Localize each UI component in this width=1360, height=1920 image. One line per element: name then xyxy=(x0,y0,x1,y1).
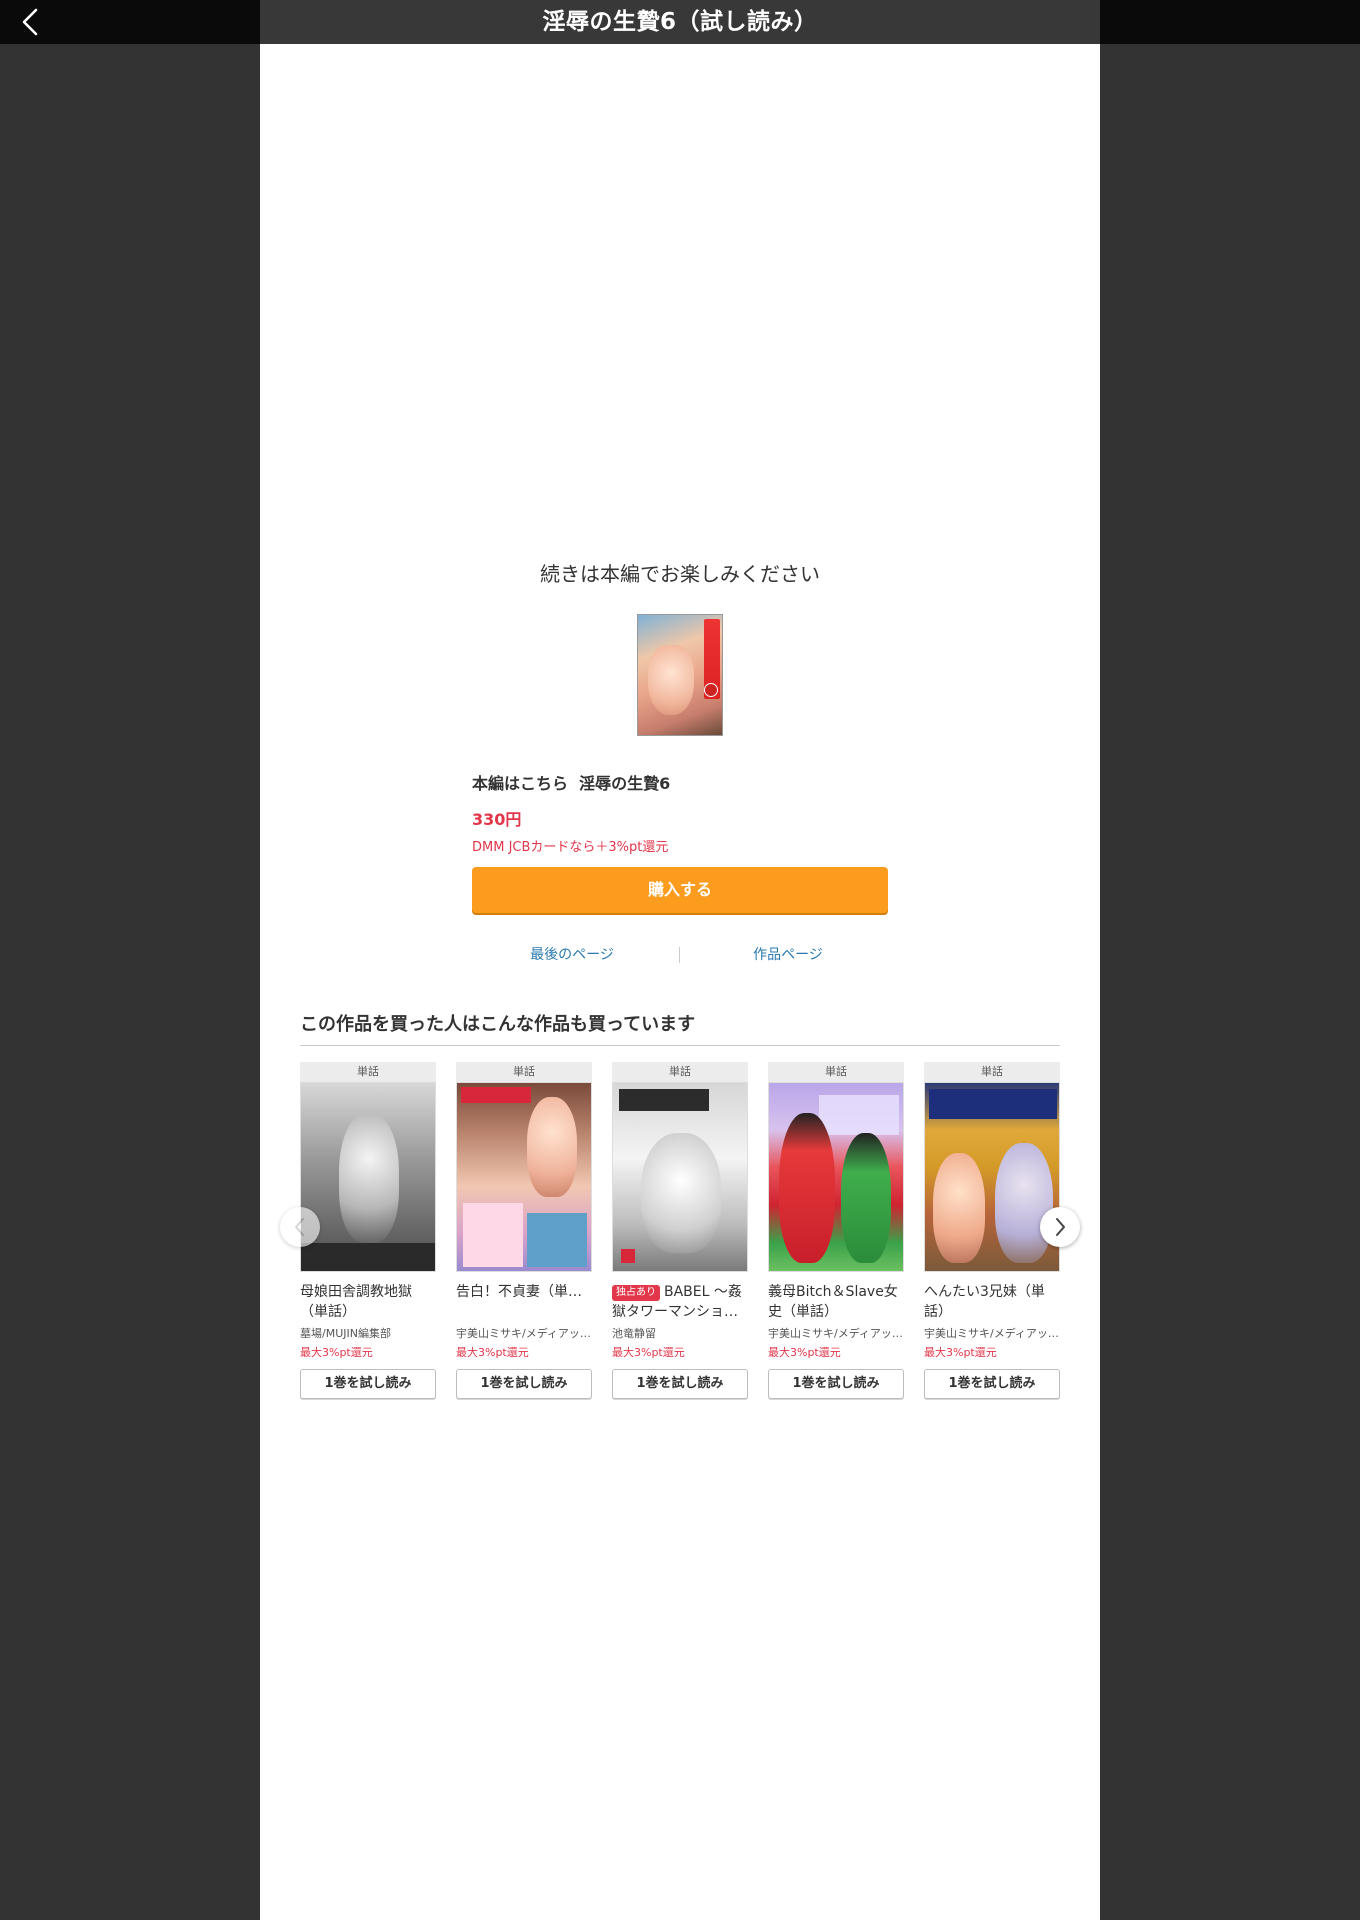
nav-divider xyxy=(679,947,680,963)
cover-title-graphic xyxy=(461,1087,531,1103)
cover-panel xyxy=(463,1203,523,1267)
chevron-left-icon xyxy=(295,1218,304,1236)
heading-divider xyxy=(300,1045,1060,1046)
recommendation-card: 単話 告白！不貞妻（単… 宇美山ミサキ/メディアッ… 最大3%pt還元 1巻を試… xyxy=(456,1062,592,1399)
top-bar: 淫辱の生贄6（試し読み） xyxy=(0,0,1360,44)
item-title-text: 義母Bitch＆Slave女史（単話） xyxy=(768,1284,898,1320)
last-page-link[interactable]: 最後のページ xyxy=(472,943,672,967)
recommendation-card: 単話 義母Bitch＆Slave女史（単話） 宇美山ミサキ/メディアッ… 最大3… xyxy=(768,1062,904,1399)
main-work-title: 淫辱の生贄6 xyxy=(579,774,671,793)
cover-illustration xyxy=(527,1097,577,1197)
item-type-tag: 単話 xyxy=(300,1062,436,1082)
trial-read-button[interactable]: 1巻を試し読み xyxy=(924,1369,1060,1399)
back-button[interactable] xyxy=(14,6,50,38)
item-title-text: 告白！不貞妻（単… xyxy=(456,1284,582,1300)
item-type-tag: 単話 xyxy=(768,1062,904,1082)
item-points: 最大3%pt還元 xyxy=(924,1346,997,1359)
main-work-link[interactable]: 本編はこちら 淫辱の生贄6 xyxy=(472,770,670,794)
page-title: 淫辱の生贄6（試し読み） xyxy=(260,0,1100,44)
item-title[interactable]: 母娘田舎調教地獄（単話） xyxy=(300,1282,436,1322)
item-cover-thumbnail[interactable] xyxy=(612,1082,748,1272)
cover-illustration xyxy=(339,1113,399,1243)
item-type-tag: 単話 xyxy=(924,1062,1060,1082)
buy-button[interactable]: 購入する xyxy=(472,867,888,913)
cover-illustration xyxy=(995,1143,1053,1263)
item-author[interactable]: 墓場/MUJIN編集部 xyxy=(300,1326,436,1342)
recommendations-carousel: 単話 母娘田舎調教地獄（単話） 墓場/MUJIN編集部 最大3%pt還元 1巻を… xyxy=(300,1062,1060,1452)
item-author[interactable]: 宇美山ミサキ/メディアッ… xyxy=(924,1326,1060,1342)
item-cover-thumbnail[interactable] xyxy=(768,1082,904,1272)
trial-read-button[interactable]: 1巻を試し読み xyxy=(300,1369,436,1399)
item-author[interactable]: 宇美山ミサキ/メディアッ… xyxy=(768,1326,904,1342)
work-page-link[interactable]: 作品ページ xyxy=(688,943,888,967)
item-cover-thumbnail[interactable] xyxy=(300,1082,436,1272)
carousel-prev-button[interactable] xyxy=(280,1207,320,1247)
item-points: 最大3%pt還元 xyxy=(768,1346,841,1359)
cover-title-graphic xyxy=(619,1089,709,1111)
item-cover-thumbnail[interactable] xyxy=(456,1082,592,1272)
chevron-right-icon xyxy=(1056,1218,1065,1236)
main-work-link-label: 本編はこちら xyxy=(472,774,569,793)
item-title[interactable]: へんたい3兄妹（単話） xyxy=(924,1282,1060,1322)
carousel-next-button[interactable] xyxy=(1040,1207,1080,1247)
cover-illustration xyxy=(933,1153,985,1263)
item-points: 最大3%pt還元 xyxy=(456,1346,529,1359)
cover-panel xyxy=(527,1213,587,1267)
item-title[interactable]: 告白！不貞妻（単… xyxy=(456,1282,592,1322)
item-type-tag: 単話 xyxy=(612,1062,748,1082)
cover-title-graphic xyxy=(929,1089,1057,1119)
cover-title-graphic xyxy=(301,1243,435,1271)
card-offer-text[interactable]: DMM JCBカードなら＋3%pt還元 xyxy=(472,836,668,855)
item-cover-thumbnail[interactable] xyxy=(924,1082,1060,1272)
item-points: 最大3%pt還元 xyxy=(300,1346,373,1359)
recommendation-card: 単話 母娘田舎調教地獄（単話） 墓場/MUJIN編集部 最大3%pt還元 1巻を… xyxy=(300,1062,436,1399)
item-title-text: へんたい3兄妹（単話） xyxy=(924,1284,1045,1320)
cover-illustration xyxy=(841,1133,891,1263)
item-points: 最大3%pt還元 xyxy=(612,1346,685,1359)
cover-illustration xyxy=(641,1133,721,1253)
item-author[interactable]: 宇美山ミサキ/メディアッ… xyxy=(456,1326,592,1342)
trial-read-button[interactable]: 1巻を試し読み xyxy=(612,1369,748,1399)
cover-title-graphic xyxy=(819,1095,899,1135)
item-author[interactable]: 池竜静留 xyxy=(612,1326,748,1342)
page-nav-links: 最後のページ 作品ページ xyxy=(472,943,888,967)
end-of-trial-page: 続きは本編でお楽しみください 本編はこちら 淫辱の生贄6 330円 DMM JC… xyxy=(260,44,1100,1920)
trial-read-button[interactable]: 1巻を試し読み xyxy=(768,1369,904,1399)
cover-volume-badge xyxy=(704,683,718,697)
trial-read-button[interactable]: 1巻を試し読み xyxy=(456,1369,592,1399)
item-title-text: 母娘田舎調教地獄（単話） xyxy=(300,1284,412,1320)
item-type-tag: 単話 xyxy=(456,1062,592,1082)
exclusive-badge: 独占あり xyxy=(612,1285,660,1301)
cover-illustration xyxy=(648,645,694,715)
recommendation-card: 単話 独占あり BABEL 〜姦獄タワーマンショ… 池竜静留 最大3%pt還元 1… xyxy=(612,1062,748,1399)
main-work-cover[interactable] xyxy=(637,614,723,736)
chevron-left-icon xyxy=(22,8,38,36)
item-title[interactable]: 義母Bitch＆Slave女史（単話） xyxy=(768,1282,904,1322)
age-rating-icon xyxy=(621,1249,635,1263)
recommendations-heading: この作品を買った人はこんな作品も買っています xyxy=(300,1014,696,1035)
cover-illustration xyxy=(779,1113,835,1263)
item-title[interactable]: 独占あり BABEL 〜姦獄タワーマンショ… xyxy=(612,1282,748,1322)
continue-message: 続きは本編でお楽しみください xyxy=(540,562,820,586)
price: 330円 xyxy=(472,810,522,829)
